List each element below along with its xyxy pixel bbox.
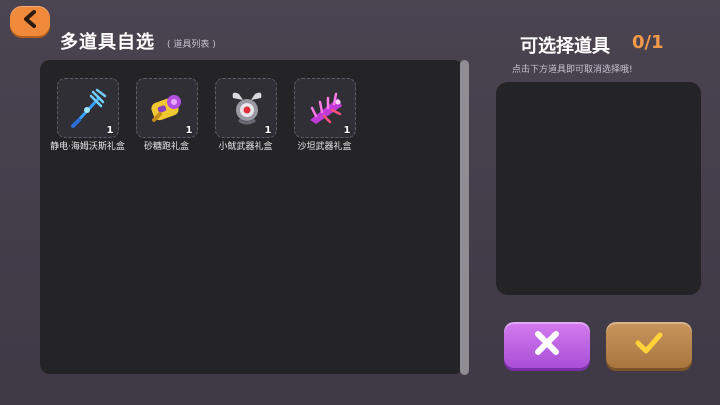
item-squid-box[interactable]: 1 小鱿武器礼盒 [212,78,279,152]
item-list-panel: 1 静电·海姆沃斯礼盒 1 砂糖跑礼盒 1 小鱿武器礼盒 1 沙坦武器礼盒 [40,60,464,374]
item-candy-box[interactable]: 1 砂糖跑礼盒 [133,78,200,152]
list-scrollbar[interactable] [460,60,469,375]
item-name: 静电·海姆沃斯礼盒 [50,142,125,152]
item-name: 小鱿武器礼盒 [218,142,273,152]
back-button[interactable] [10,6,50,36]
item-slot: 1 [293,78,356,138]
confirm-button[interactable] [606,322,692,368]
item-satan-box[interactable]: 1 沙坦武器礼盒 [291,78,358,152]
check-icon [634,330,664,360]
item-slot: 1 [135,78,198,138]
item-name: 沙坦武器礼盒 [297,142,352,152]
item-slot: 1 [56,78,119,138]
item-count: 1 [185,125,193,136]
selected-items-panel [496,82,701,295]
item-grid: 1 静电·海姆沃斯礼盒 1 砂糖跑礼盒 1 小鱿武器礼盒 1 沙坦武器礼盒 [50,78,358,152]
selection-hint: 点击下方道具即可取消选择哦! [512,65,633,75]
page-subtitle: ( 道具列表 ) [167,40,216,50]
item-slot: 1 [214,78,277,138]
x-icon [532,328,562,362]
item-count: 1 [106,125,114,136]
item-count: 1 [264,125,272,136]
item-name: 砂糖跑礼盒 [143,142,189,152]
page-title: 多道具自选 [60,32,155,53]
item-trident-box[interactable]: 1 静电·海姆沃斯礼盒 [50,78,125,152]
selection-title: 可选择道具 [520,36,610,57]
item-count: 1 [343,125,351,136]
selection-count: 0/1 [632,32,664,53]
chevron-left-icon [22,10,38,32]
cancel-button[interactable] [504,322,590,368]
